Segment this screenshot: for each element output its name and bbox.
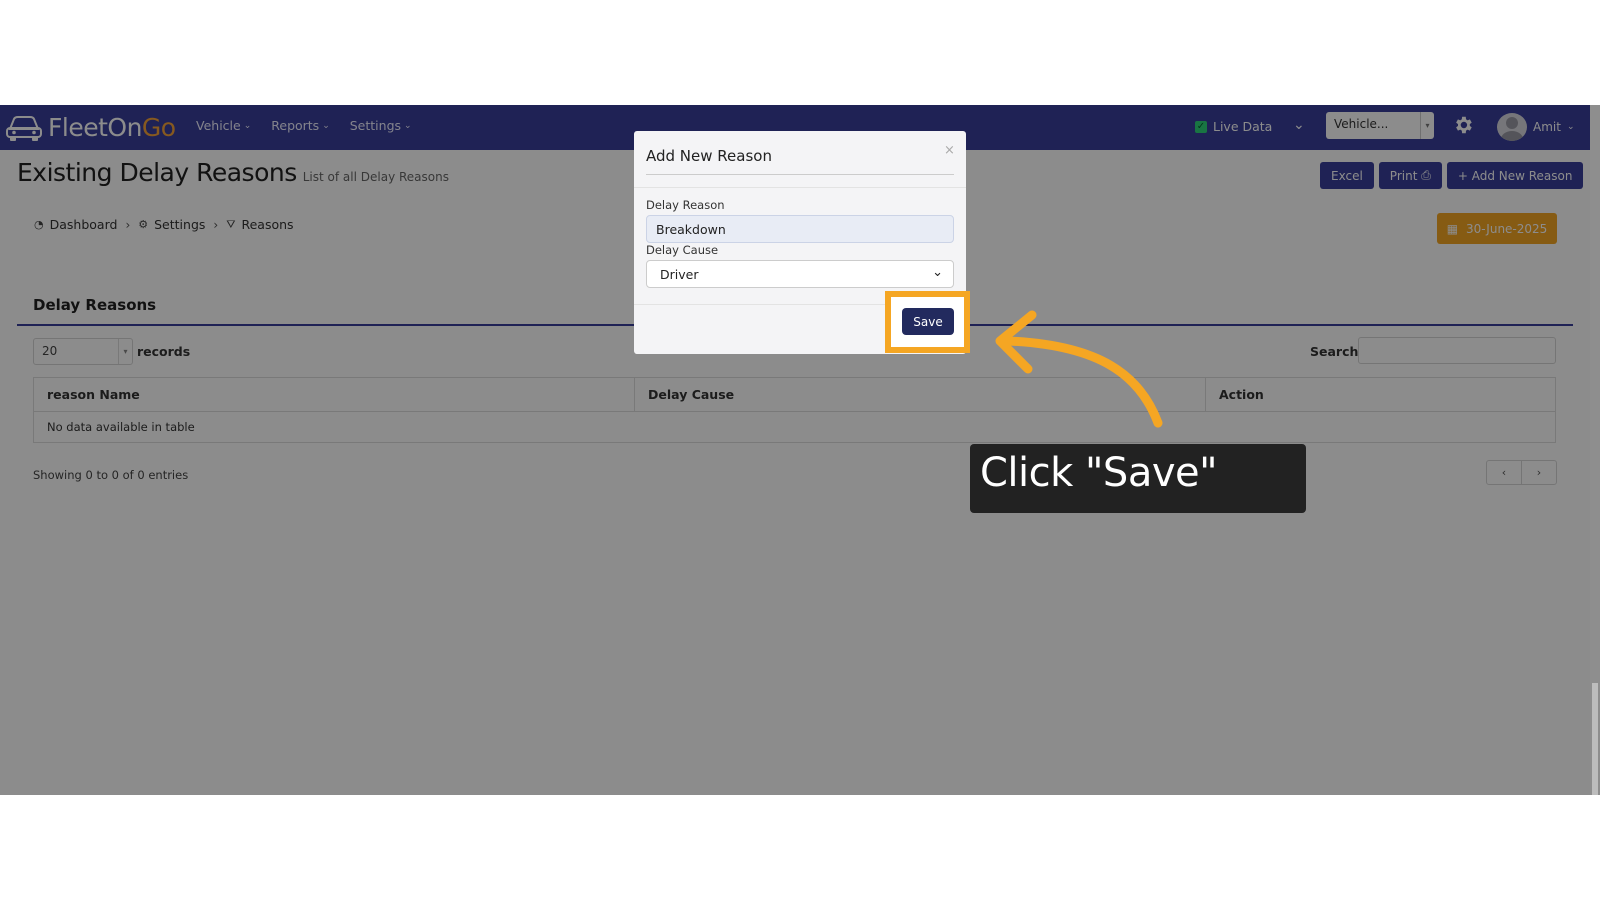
delay-cause-label: Delay Cause bbox=[646, 243, 719, 257]
chevron-down-icon: ⌄ bbox=[932, 265, 943, 280]
scrollbar[interactable] bbox=[1590, 105, 1600, 795]
delay-reason-input[interactable]: Breakdown bbox=[646, 215, 954, 243]
instruction-callout: Click "Save" bbox=[970, 444, 1306, 513]
modal-title-underline bbox=[646, 174, 954, 175]
app-window: FleetOnGo Vehicle ⌄ Reports ⌄ Settings ⌄ ✓ … bbox=[0, 105, 1600, 795]
curved-arrow-icon bbox=[995, 310, 1163, 428]
save-button[interactable]: Save bbox=[902, 308, 954, 335]
delay-reason-label: Delay Reason bbox=[646, 198, 725, 212]
close-icon[interactable]: × bbox=[944, 143, 955, 158]
delay-cause-select[interactable]: Driver ⌄ bbox=[646, 260, 954, 288]
modal-title: Add New Reason bbox=[646, 147, 772, 165]
modal-header-divider bbox=[634, 187, 966, 188]
